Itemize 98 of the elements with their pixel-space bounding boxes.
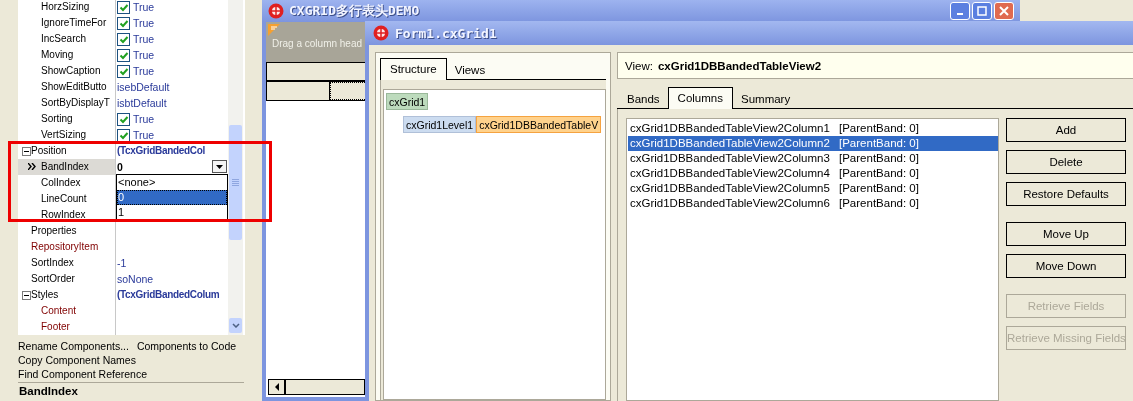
tab[interactable]: Bands xyxy=(619,90,668,108)
column-name: cxGrid1DBBandedTableView2Column2 xyxy=(630,136,831,151)
column-name: cxGrid1DBBandedTableView2Column4 xyxy=(630,166,831,181)
tree-node[interactable]: cxGrid1Level1 xyxy=(403,116,477,133)
checkbox[interactable] xyxy=(117,16,130,30)
property-name[interactable]: ShowCaption xyxy=(18,63,116,79)
parent-band-label: [ParentBand: 0] xyxy=(839,196,919,211)
property-name[interactable]: SortOrder xyxy=(18,271,116,287)
checkbox[interactable] xyxy=(117,32,130,46)
property-value: True xyxy=(133,48,155,63)
list-row[interactable]: cxGrid1DBBandedTableView2Column5 [ParentBand: 0] xyxy=(628,181,998,196)
property-name[interactable]: Styles xyxy=(18,287,116,303)
checkbox[interactable] xyxy=(117,64,130,78)
list-row[interactable]: cxGrid1DBBandedTableView2Column1 [ParentBand: 0] xyxy=(628,121,998,136)
action-link[interactable]: Rename Components... xyxy=(18,339,129,353)
property-name[interactable]: RepositoryItem xyxy=(18,239,116,255)
caret-icon xyxy=(216,164,223,169)
property-value: True xyxy=(133,128,155,143)
property-value: isebDefault xyxy=(117,80,170,95)
grip-icon xyxy=(232,179,239,186)
app-icon xyxy=(268,3,284,19)
property-value: -1 xyxy=(117,256,127,271)
action-button[interactable]: Move Up xyxy=(1006,222,1126,246)
tree-node[interactable]: cxGrid1 xyxy=(386,93,429,110)
checkbox[interactable] xyxy=(117,0,130,14)
column-name: cxGrid1DBBandedTableView2Column6 xyxy=(630,196,831,211)
dropdown-option[interactable]: <none> xyxy=(117,175,227,190)
action-link[interactable]: Copy Component Names xyxy=(18,353,136,367)
property-value: (TcxGridBandedCol xyxy=(117,144,206,158)
app-icon xyxy=(373,25,389,41)
property-value: True xyxy=(133,112,155,127)
property-name[interactable]: SortByDisplayT xyxy=(18,95,116,111)
column-name: cxGrid1DBBandedTableView2Column1 xyxy=(630,121,831,136)
property-value: True xyxy=(133,16,155,31)
checkbox[interactable] xyxy=(117,48,130,62)
parent-band-label: [ParentBand: 0] xyxy=(839,121,919,136)
group-hint: Drag a column head xyxy=(272,38,363,49)
dropdown-option[interactable]: 0 xyxy=(117,190,227,205)
checkbox[interactable] xyxy=(117,128,130,142)
property-name[interactable]: Properties xyxy=(18,223,116,239)
minimize-icon xyxy=(957,13,963,15)
column-name: cxGrid1DBBandedTableView2Column3 xyxy=(630,151,831,166)
action-link[interactable]: Find Component Reference xyxy=(18,367,147,381)
property-name[interactable]: VertSizing xyxy=(18,127,116,143)
tab[interactable]: Columns xyxy=(667,87,733,109)
property-name[interactable]: HorzSizing xyxy=(18,0,116,15)
property-value: True xyxy=(133,64,155,79)
parent-band-label: [ParentBand: 0] xyxy=(839,166,919,181)
maximize-icon xyxy=(977,6,987,16)
property-value[interactable]: 0 xyxy=(117,159,123,175)
column-name: cxGrid1DBBandedTableView2Column5 xyxy=(630,181,831,196)
list-row[interactable]: cxGrid1DBBandedTableView2Column2 [ParentBand: 0] xyxy=(628,136,998,151)
property-name[interactable]: Content xyxy=(18,303,116,319)
tab[interactable]: Structure xyxy=(380,58,447,80)
parent-band-label: [ParentBand: 0] xyxy=(839,136,919,151)
current-row-icon xyxy=(28,163,36,170)
list-row[interactable]: cxGrid1DBBandedTableView2Column6 [ParentBand: 0] xyxy=(628,196,998,211)
view-label: View: xyxy=(625,59,653,72)
tab[interactable]: Views xyxy=(446,61,494,79)
scroll-down-icon xyxy=(231,323,240,328)
action-button[interactable]: Delete xyxy=(1006,150,1126,174)
action-link[interactable]: Components to Code xyxy=(136,339,237,353)
property-name[interactable]: IncSearch xyxy=(18,31,116,47)
window-title: Form1.cxGrid1 xyxy=(395,25,497,41)
horizontal-scrollbar[interactable] xyxy=(268,379,365,395)
scroll-thumb[interactable] xyxy=(229,125,242,240)
property-name[interactable]: BandIndex xyxy=(18,159,116,175)
property-name[interactable]: Footer xyxy=(18,319,116,335)
scroll-left-icon xyxy=(273,383,280,391)
property-value: True xyxy=(133,32,155,47)
close-icon xyxy=(999,6,1009,16)
dropdown-button[interactable] xyxy=(212,160,227,173)
property-name[interactable]: Moving xyxy=(18,47,116,63)
tab[interactable]: Summary xyxy=(733,90,799,108)
list-row[interactable]: cxGrid1DBBandedTableView2Column3 [ParentBand: 0] xyxy=(628,151,998,166)
property-value: isbtDefault xyxy=(117,96,167,111)
view-name: cxGrid1DBBandedTableView2 xyxy=(657,59,822,72)
close-button[interactable] xyxy=(994,2,1014,20)
minimize-button[interactable] xyxy=(950,2,970,20)
action-button[interactable]: Add xyxy=(1006,118,1126,142)
list-row[interactable]: cxGrid1DBBandedTableView2Column4 [ParentBand: 0] xyxy=(628,166,998,181)
property-value: (TcxGridBandedColum xyxy=(117,288,220,302)
property-name[interactable]: ShowEditButto xyxy=(18,79,116,95)
action-button[interactable]: Move Down xyxy=(1006,254,1126,278)
parent-band-label: [ParentBand: 0] xyxy=(839,181,919,196)
property-name[interactable]: Sorting xyxy=(18,111,116,127)
scrollbar[interactable] xyxy=(228,0,243,335)
maximize-button[interactable] xyxy=(972,2,992,20)
property-value: soNone xyxy=(117,272,154,287)
parent-band-label: [ParentBand: 0] xyxy=(839,151,919,166)
panel-corner-icon xyxy=(268,24,280,36)
property-value: True xyxy=(133,0,155,15)
tree-node[interactable]: cxGrid1DBBandedTableV xyxy=(476,116,602,133)
window-title: CXGRID多行表头DEMO xyxy=(289,2,421,20)
action-button[interactable]: Restore Defaults xyxy=(1006,182,1126,206)
checkbox[interactable] xyxy=(117,112,130,126)
property-name[interactable]: IgnoreTimeFor xyxy=(18,15,116,31)
property-name[interactable]: SortIndex xyxy=(18,255,116,271)
